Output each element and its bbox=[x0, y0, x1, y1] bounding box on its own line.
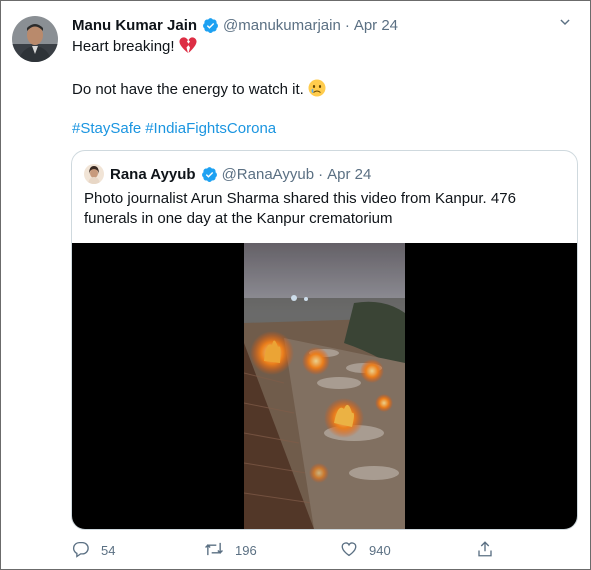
tweet-date[interactable]: Apr 24 bbox=[354, 17, 398, 34]
hashtag-link[interactable]: #IndiaFightsCorona bbox=[145, 120, 276, 137]
chevron-down-icon bbox=[558, 15, 572, 34]
quoted-tweet-header: Rana Ayyub @RanaAyyub · Apr 24 bbox=[84, 164, 371, 184]
quoted-tweet[interactable]: Rana Ayyub @RanaAyyub · Apr 24 Photo jou… bbox=[71, 150, 578, 530]
video-player[interactable] bbox=[72, 243, 577, 529]
verified-badge-icon bbox=[201, 166, 218, 183]
quoted-author-name[interactable]: Rana Ayyub bbox=[110, 166, 196, 183]
quoted-author-handle[interactable]: @RanaAyyub bbox=[222, 166, 315, 183]
author-handle[interactable]: @manukumarjain bbox=[223, 17, 341, 34]
video-frame bbox=[244, 243, 405, 529]
broken-heart-emoji-icon bbox=[179, 37, 197, 60]
tweet-text-line-2: Do not have the energy to watch it. bbox=[72, 79, 326, 103]
tweet-card[interactable]: Manu Kumar Jain @manukumarjain · Apr 24 … bbox=[0, 0, 591, 570]
tweet-text: Heart breaking! bbox=[72, 38, 175, 55]
tweet-text: Do not have the energy to watch it. bbox=[72, 81, 304, 98]
like-count: 940 bbox=[369, 542, 391, 558]
crying-face-emoji-icon bbox=[308, 79, 326, 103]
share-button[interactable] bbox=[476, 539, 494, 561]
reply-icon bbox=[72, 540, 90, 561]
author-name[interactable]: Manu Kumar Jain bbox=[72, 17, 197, 34]
action-bar: 54 196 940 bbox=[72, 539, 512, 561]
tweet-header: Manu Kumar Jain @manukumarjain · Apr 24 bbox=[72, 15, 398, 35]
quoted-tweet-text: Photo journalist Arun Sharma shared this… bbox=[84, 190, 516, 227]
reply-button[interactable]: 54 bbox=[72, 539, 115, 561]
retweet-icon bbox=[204, 540, 224, 561]
like-button[interactable]: 940 bbox=[340, 539, 391, 561]
author-avatar[interactable] bbox=[12, 16, 58, 62]
more-options-button[interactable] bbox=[554, 13, 576, 35]
header-separator: · bbox=[318, 165, 324, 183]
tweet-text-line-1: Heart breaking! bbox=[72, 37, 197, 60]
quoted-tweet-date[interactable]: Apr 24 bbox=[327, 166, 371, 183]
header-separator: · bbox=[344, 16, 350, 34]
retweet-button[interactable]: 196 bbox=[204, 539, 257, 561]
verified-badge-icon bbox=[202, 17, 219, 34]
hashtag-row: #StaySafe #IndiaFightsCorona bbox=[72, 119, 280, 139]
heart-icon bbox=[340, 540, 358, 561]
hashtag-link[interactable]: #StaySafe bbox=[72, 120, 141, 137]
reply-count: 54 bbox=[101, 542, 116, 558]
share-icon bbox=[476, 540, 494, 561]
retweet-count: 196 bbox=[235, 542, 257, 558]
quoted-author-avatar[interactable] bbox=[84, 164, 104, 184]
